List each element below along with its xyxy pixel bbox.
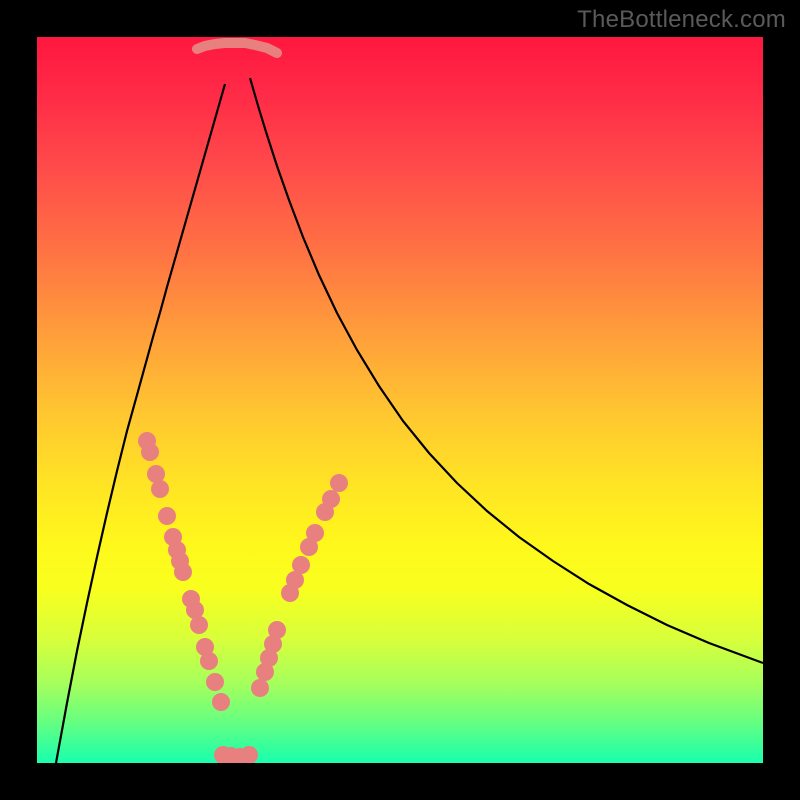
watermark-text: TheBottleneck.com <box>577 6 786 34</box>
data-dot <box>151 480 169 498</box>
plot-area <box>37 37 763 763</box>
series-right-curve <box>250 78 763 663</box>
curve-group <box>56 43 763 763</box>
data-dot <box>200 652 218 670</box>
data-dot <box>292 556 310 574</box>
data-dot <box>174 563 192 581</box>
data-dot <box>268 621 286 639</box>
data-dot <box>190 616 208 634</box>
chart-frame: TheBottleneck.com <box>0 0 800 800</box>
data-dot <box>212 693 230 711</box>
series-bottom-link <box>197 43 277 53</box>
data-dot <box>306 524 324 542</box>
dot-group <box>138 432 348 763</box>
data-dot <box>141 443 159 461</box>
data-dot <box>158 507 176 525</box>
data-dot <box>322 490 340 508</box>
data-dot <box>251 679 269 697</box>
chart-svg <box>37 37 763 763</box>
data-dot <box>330 474 348 492</box>
series-left-curve <box>56 84 225 763</box>
data-dot <box>206 673 224 691</box>
